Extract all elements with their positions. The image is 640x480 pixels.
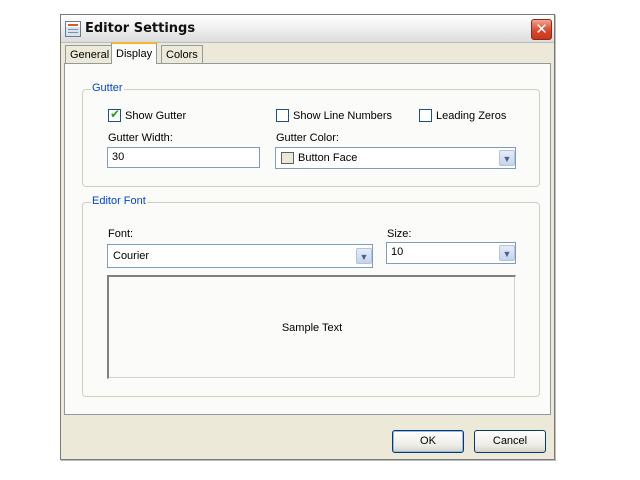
show-gutter-label: Show Gutter xyxy=(125,110,187,122)
font-select[interactable]: Courier ▼ xyxy=(107,244,373,268)
tab-colors[interactable]: Colors xyxy=(161,45,203,63)
show-line-numbers-checkbox[interactable] xyxy=(276,109,289,122)
chevron-down-icon[interactable]: ▼ xyxy=(499,245,515,261)
app-window-icon xyxy=(65,21,81,37)
gutter-color-value: Button Face xyxy=(298,152,358,164)
gutter-color-label: Gutter Color: xyxy=(276,132,339,144)
gutter-width-label: Gutter Width: xyxy=(108,132,173,144)
tab-display[interactable]: Display xyxy=(111,42,158,64)
font-value: Courier xyxy=(113,250,150,262)
ok-button[interactable]: OK xyxy=(392,430,464,453)
chevron-down-icon[interactable]: ▼ xyxy=(499,150,515,166)
gutter-width-input[interactable]: 30 xyxy=(107,147,260,168)
font-sample-preview: Sample Text xyxy=(107,275,516,379)
font-label: Font: xyxy=(108,228,134,240)
cancel-button[interactable]: Cancel xyxy=(474,430,546,453)
sample-text: Sample Text xyxy=(281,322,343,334)
size-select[interactable]: 10 ▼ xyxy=(386,242,516,264)
gutter-group-legend: Gutter xyxy=(91,82,124,94)
close-button[interactable]: ✕ xyxy=(531,19,552,40)
color-swatch xyxy=(281,152,294,164)
chevron-down-icon[interactable]: ▼ xyxy=(356,248,372,264)
close-icon: ✕ xyxy=(535,20,548,38)
leading-zeros-label: Leading Zeros xyxy=(436,110,507,122)
title-bar[interactable]: Editor Settings ✕ xyxy=(61,15,554,43)
gutter-color-select[interactable]: Button Face ▼ xyxy=(275,147,516,169)
size-value: 10 xyxy=(391,246,404,258)
tab-page-display: Gutter ✔ Show Gutter Show Line Numbers L… xyxy=(64,63,551,415)
check-icon: ✔ xyxy=(110,107,121,121)
editor-font-group-legend: Editor Font xyxy=(91,195,147,207)
leading-zeros-checkbox[interactable] xyxy=(419,109,432,122)
show-gutter-checkbox[interactable]: ✔ xyxy=(108,107,121,122)
editor-settings-dialog: Editor Settings ✕ General Display Colors… xyxy=(60,14,555,460)
tab-general[interactable]: General xyxy=(65,45,115,63)
show-line-numbers-label: Show Line Numbers xyxy=(293,110,393,122)
window-title: Editor Settings xyxy=(85,21,196,36)
size-label: Size: xyxy=(387,228,412,240)
